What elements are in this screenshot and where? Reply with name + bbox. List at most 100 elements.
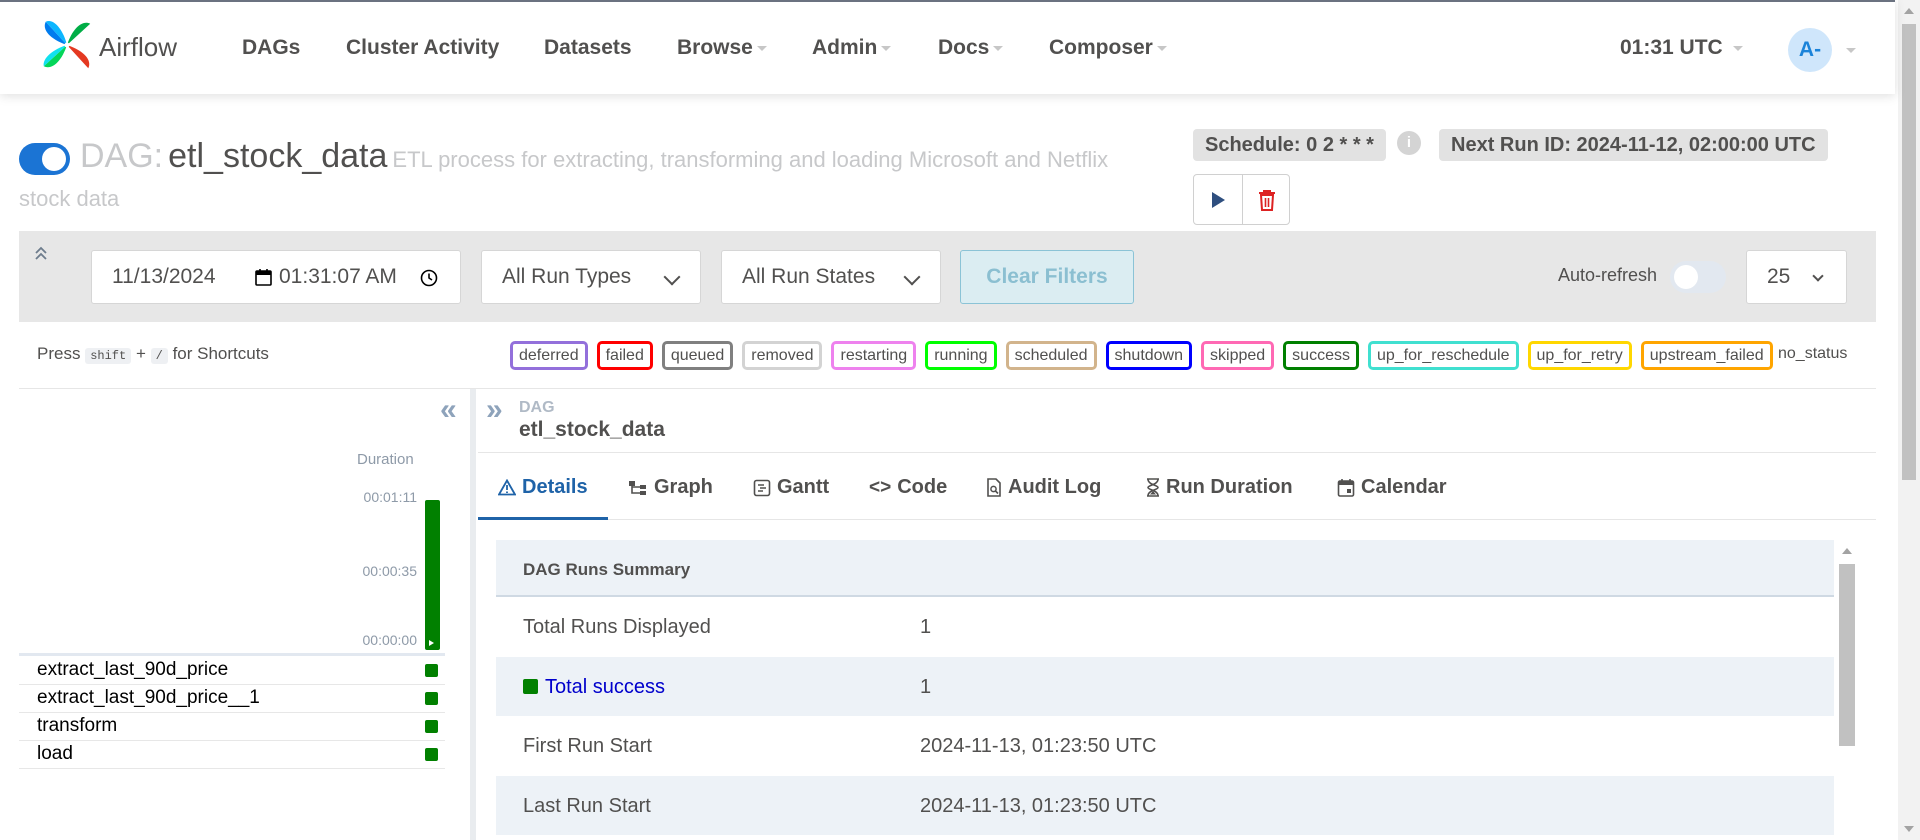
tab-label: Gantt [777, 476, 830, 498]
warning-triangle-icon [498, 479, 516, 496]
task-instance-status[interactable] [425, 720, 438, 733]
dag-name: etl_stock_data [168, 137, 388, 175]
panel-resize-handle[interactable] [470, 389, 476, 840]
legend-scheduled[interactable]: scheduled [1005, 341, 1097, 370]
run-type-select[interactable]: All Run Types [481, 250, 701, 304]
gantt-icon [753, 479, 771, 496]
legend-deferred[interactable]: deferred [510, 341, 588, 370]
duration-tick: 00:00:35 [362, 563, 418, 579]
task-instance-status[interactable] [425, 692, 438, 705]
details-scrollbar[interactable] [1836, 540, 1858, 840]
legend-up-for-reschedule[interactable]: up_for_reschedule [1367, 341, 1519, 370]
tab-calendar[interactable]: Calendar [1337, 476, 1447, 499]
shortcuts-press: Press [37, 344, 81, 363]
tab-label: Run Duration [1166, 476, 1293, 498]
page-scrollbar-thumb[interactable] [1902, 24, 1916, 480]
auto-refresh-toggle[interactable] [1670, 261, 1726, 293]
num-runs-select[interactable]: 25 [1746, 250, 1847, 304]
tab-graph[interactable]: Graph [628, 476, 713, 499]
airflow-logo-icon[interactable] [38, 16, 96, 74]
active-tab-indicator [478, 517, 608, 520]
legend-removed[interactable]: removed [742, 341, 823, 370]
calendar-icon[interactable] [255, 268, 272, 286]
success-status-icon [523, 678, 538, 694]
nav-composer-label: Composer [1049, 36, 1153, 59]
tab-label: Code [897, 476, 948, 498]
scroll-up-icon[interactable] [1842, 548, 1852, 554]
double-chevron-up-icon[interactable] [35, 246, 47, 260]
table-row: Last Run Start 2024-11-13, 01:23:50 UTC [496, 775, 1834, 835]
legend-upstream-failed[interactable]: upstream_failed [1640, 341, 1773, 370]
delete-dag-button[interactable] [1242, 175, 1290, 224]
user-menu-chevron-icon[interactable] [1846, 48, 1856, 53]
scroll-up-icon[interactable] [1904, 8, 1914, 14]
dag-prefix: DAG: [80, 137, 164, 175]
task-row[interactable]: extract_last_90d_price__1 [19, 685, 445, 713]
dag-run-duration-bar[interactable] [425, 500, 440, 650]
nav-dags[interactable]: DAGs [242, 36, 300, 60]
chevron-down-icon [1732, 45, 1743, 51]
nav-datasets[interactable]: Datasets [544, 36, 632, 60]
clock-icon[interactable] [420, 269, 438, 287]
legend-running[interactable]: running [925, 341, 997, 370]
breadcrumb-dag-name[interactable]: etl_stock_data [519, 418, 665, 442]
row-value: 1 [920, 675, 932, 698]
run-state-select[interactable]: All Run States [721, 250, 941, 304]
legend-shutdown[interactable]: shutdown [1105, 341, 1193, 370]
brand-name[interactable]: Airflow [99, 32, 177, 63]
legend-skipped[interactable]: skipped [1201, 341, 1275, 370]
table-row: Total Runs Displayed 1 [496, 597, 1834, 657]
details-scrollbar-thumb[interactable] [1839, 564, 1855, 746]
collapse-grid-icon[interactable]: « [440, 393, 457, 427]
nav-composer[interactable]: Composer [1049, 36, 1167, 60]
dag-actions [1193, 174, 1290, 225]
dag-description: ETL process for extracting, transforming… [392, 147, 1109, 172]
tab-label: Details [522, 476, 588, 498]
nav-browse-label: Browse [677, 36, 753, 59]
legend-queued[interactable]: queued [661, 341, 734, 370]
task-row[interactable]: load [19, 741, 445, 769]
task-row[interactable]: transform [19, 713, 445, 741]
task-instance-status[interactable] [425, 664, 438, 677]
current-time: 01:31 UTC [1620, 36, 1723, 59]
row-value: 2024-11-13, 01:23:50 UTC [920, 735, 1157, 757]
table-header: DAG Runs Summary [496, 540, 1834, 597]
tab-details[interactable]: Details [498, 476, 588, 499]
dag-description-continued: stock data [19, 186, 120, 211]
dag-pause-toggle[interactable] [19, 143, 70, 175]
legend-no-status[interactable]: no_status [1778, 345, 1847, 363]
legend-success[interactable]: success [1283, 341, 1359, 370]
trash-icon [1258, 189, 1275, 211]
row-value: 2024-11-13, 01:23:50 UTC [920, 794, 1157, 817]
task-row[interactable]: extract_last_90d_price [19, 657, 445, 685]
base-time-value: 01:31:07 AM [279, 265, 397, 288]
scroll-down-icon[interactable] [1904, 826, 1914, 832]
tab-code[interactable]: <> Code [869, 476, 947, 499]
trigger-dag-button[interactable] [1194, 175, 1242, 224]
timezone-dropdown[interactable]: 01:31 UTC [1620, 36, 1743, 60]
nav-cluster-activity[interactable]: Cluster Activity [346, 36, 499, 60]
run-type-value: All Run Types [502, 265, 632, 288]
expand-grid-icon[interactable]: » [486, 393, 503, 427]
total-success-link[interactable]: Total success [523, 676, 665, 699]
page-scrollbar[interactable] [1898, 0, 1920, 840]
nav-browse[interactable]: Browse [677, 36, 767, 60]
legend-failed[interactable]: failed [596, 341, 653, 370]
tab-label: Graph [654, 476, 713, 498]
nav-admin[interactable]: Admin [812, 36, 892, 60]
info-icon[interactable]: i [1397, 131, 1421, 155]
row-label: First Run Start [523, 735, 652, 757]
legend-restarting[interactable]: restarting [831, 341, 917, 370]
num-runs-value: 25 [1767, 265, 1791, 288]
legend-up-for-retry[interactable]: up_for_retry [1527, 341, 1632, 370]
tab-audit-log[interactable]: Audit Log [986, 476, 1101, 499]
task-instance-status[interactable] [425, 748, 438, 761]
base-date-input[interactable]: 11/13/2024 01:31:07 AM [91, 250, 461, 304]
clear-filters-button[interactable]: Clear Filters [960, 250, 1134, 304]
tab-gantt[interactable]: Gantt [753, 476, 829, 499]
nav-docs[interactable]: Docs [938, 36, 1004, 60]
tab-run-duration[interactable]: Run Duration [1146, 476, 1293, 499]
chevron-down-icon [881, 45, 892, 51]
user-avatar[interactable]: A- [1788, 28, 1832, 72]
graph-icon [629, 480, 646, 495]
